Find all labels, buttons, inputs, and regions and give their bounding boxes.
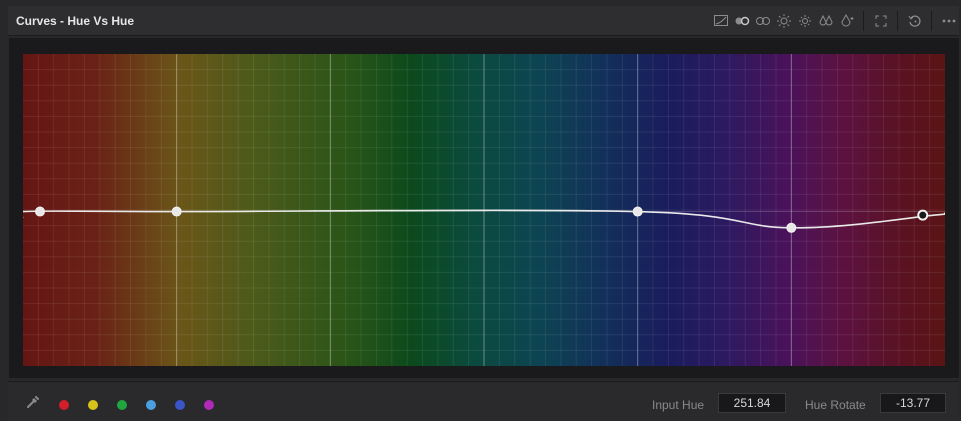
curve-control-point[interactable]	[786, 222, 797, 233]
swatch-blue[interactable]	[175, 400, 185, 410]
sun-button[interactable]	[794, 12, 815, 30]
curves-panel: Curves - Hue Vs Hue Input Hue 251.84 Hue…	[0, 0, 961, 421]
panel-header: Curves - Hue Vs Hue	[8, 6, 959, 36]
drop-icon	[840, 13, 853, 27]
hue-rotate-label: Hue Rotate	[805, 398, 866, 412]
drop-button[interactable]	[836, 12, 857, 30]
curve-control-point[interactable]	[917, 209, 929, 221]
panel-footer: Input Hue 251.84 Hue Rotate -13.77	[8, 381, 959, 421]
swatch-green[interactable]	[117, 400, 127, 410]
input-hue-field[interactable]: 251.84	[718, 393, 786, 413]
twin-drops-button[interactable]	[815, 12, 836, 30]
swatch-red[interactable]	[59, 400, 69, 410]
toolbar-separator	[931, 11, 932, 31]
expand-icon	[875, 15, 886, 27]
swatch-cyan[interactable]	[146, 400, 156, 410]
panel-title: Curves - Hue Vs Hue	[16, 14, 135, 28]
more-icon	[942, 19, 955, 23]
more-button[interactable]	[938, 12, 959, 30]
twin-drops-icon	[818, 14, 833, 26]
halo-button[interactable]	[773, 12, 794, 30]
toolbar-separator	[863, 11, 864, 31]
hue-rotate-field[interactable]: -13.77	[880, 393, 946, 413]
ring-icon	[755, 17, 770, 25]
color-wheels-icon	[735, 16, 749, 26]
reset-icon	[908, 15, 921, 27]
graph-icon	[713, 15, 728, 26]
swatch-magenta[interactable]	[204, 400, 214, 410]
header-toolbar	[710, 6, 959, 36]
hue-vs-hue-curve-area[interactable]	[23, 54, 945, 366]
reset-button[interactable]	[904, 12, 925, 30]
toolbar-separator	[897, 11, 898, 31]
graph-button[interactable]	[710, 12, 731, 30]
ring-button[interactable]	[752, 12, 773, 30]
sun-icon	[798, 15, 811, 27]
expand-button[interactable]	[870, 12, 891, 30]
curve-control-point[interactable]	[632, 206, 643, 217]
input-hue-label: Input Hue	[652, 398, 705, 412]
halo-icon	[776, 14, 791, 28]
curve-graph[interactable]	[9, 38, 959, 378]
swatch-yellow[interactable]	[88, 400, 98, 410]
curve-control-point[interactable]	[171, 206, 182, 217]
curve-control-point[interactable]	[35, 206, 45, 217]
eyedropper-icon[interactable]	[26, 395, 40, 409]
color-wheels-button[interactable]	[731, 12, 752, 30]
